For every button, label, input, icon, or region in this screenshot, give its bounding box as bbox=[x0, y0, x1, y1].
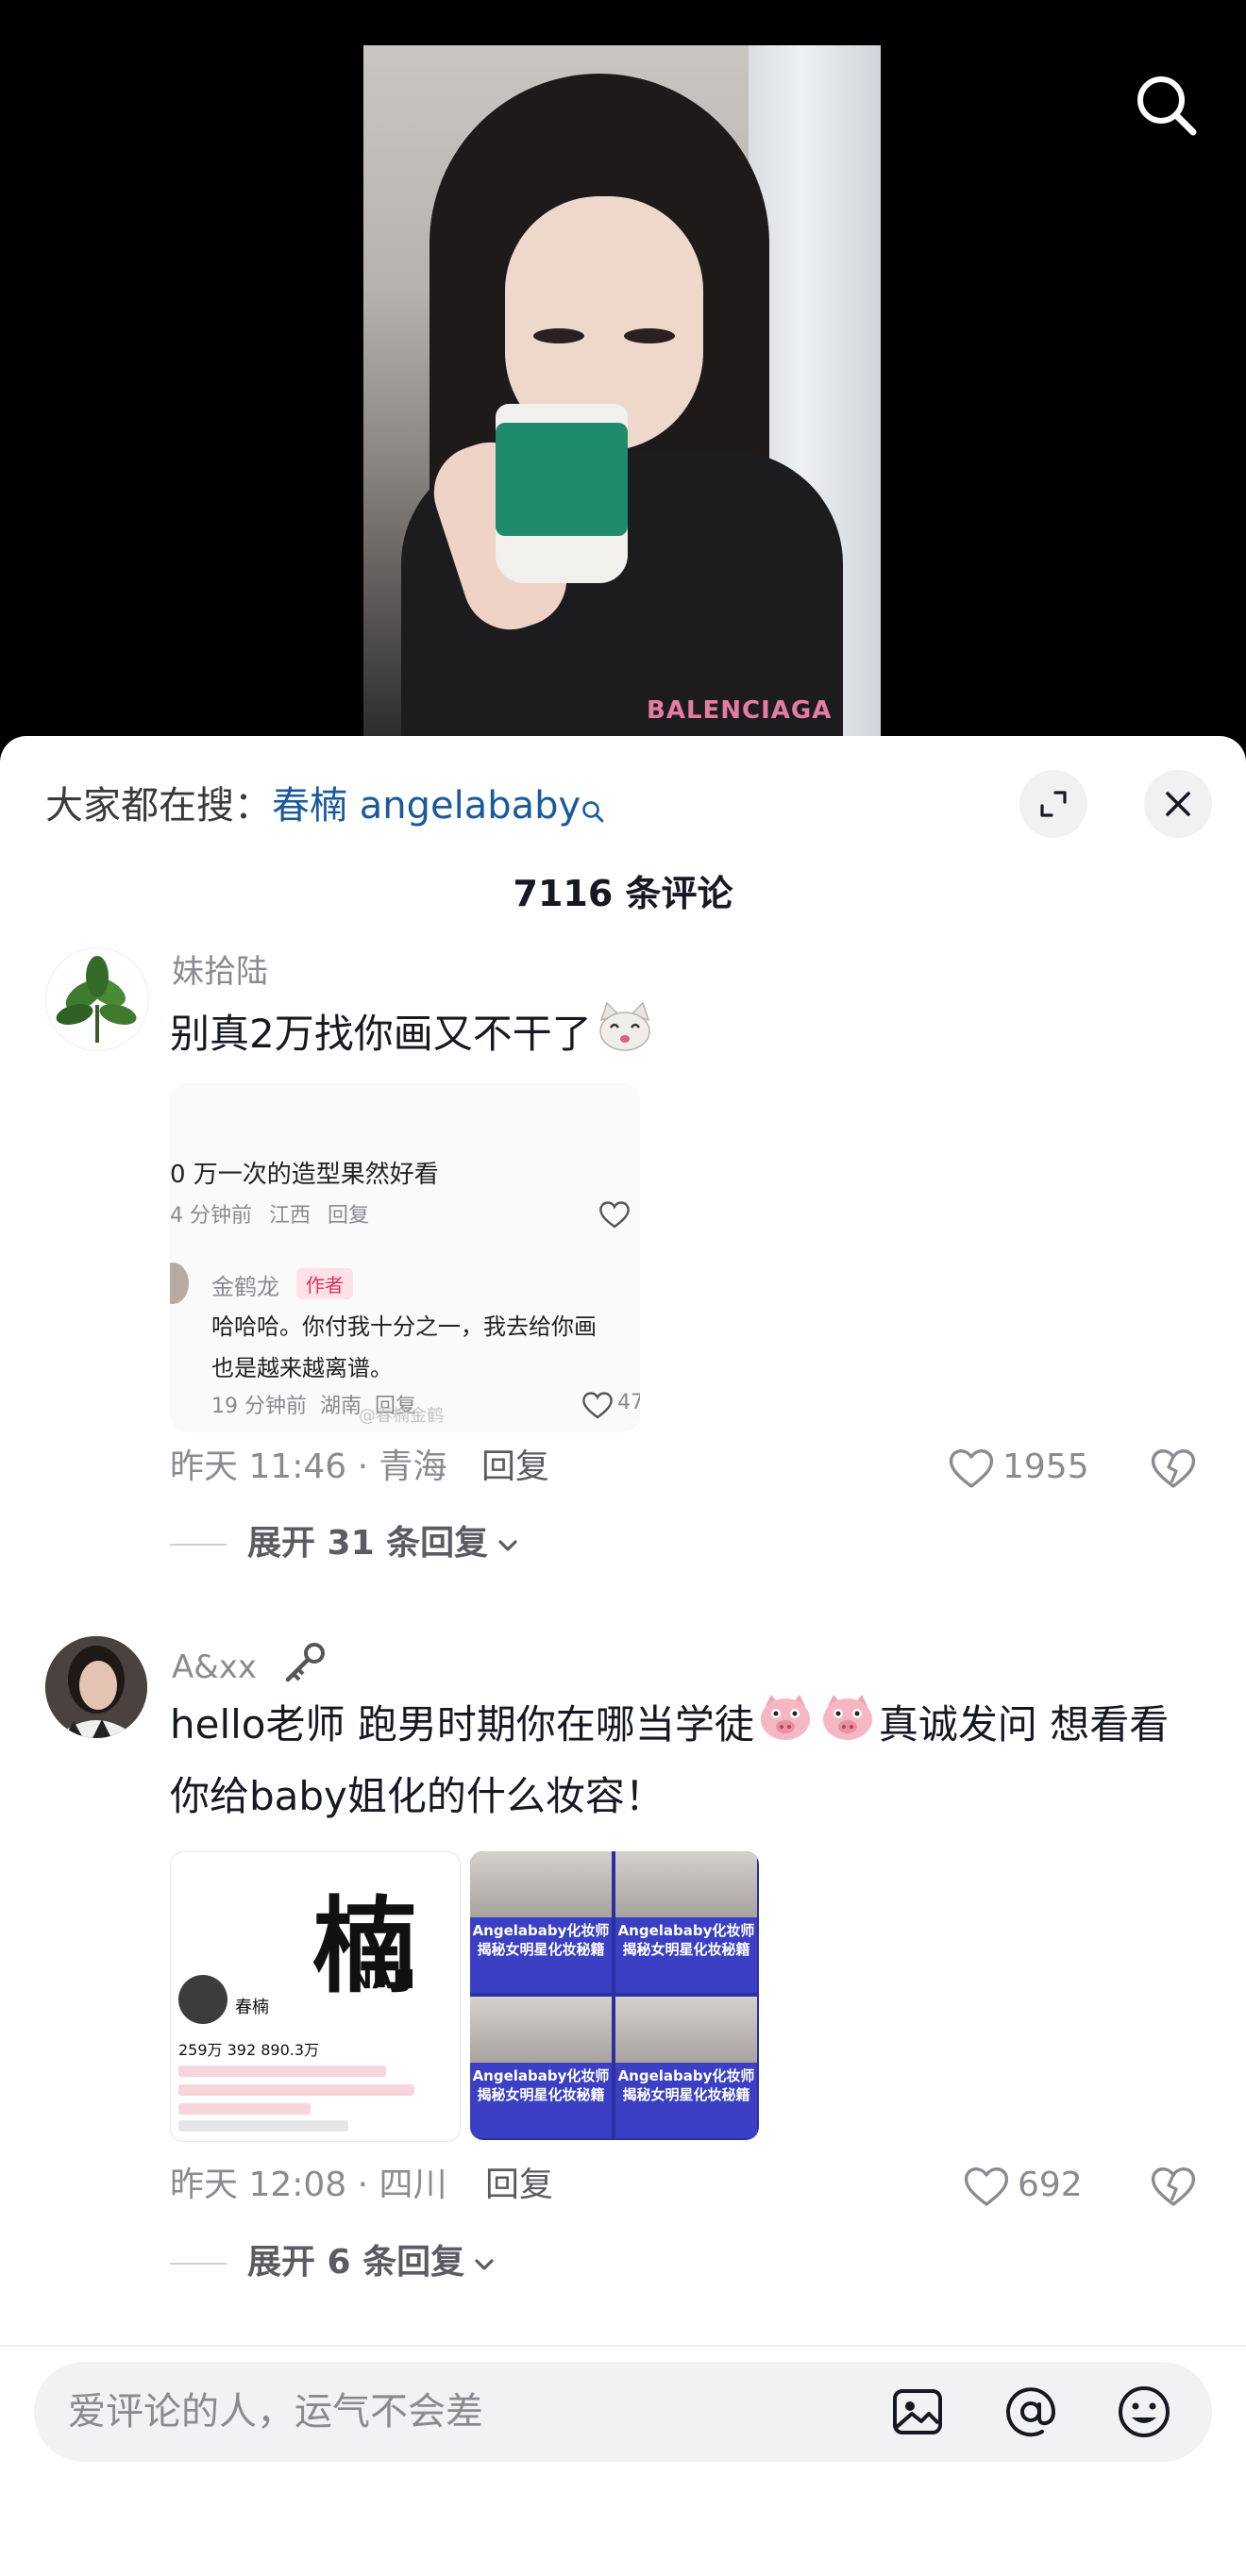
key-icon bbox=[280, 1640, 328, 1698]
watermark: @春楠金鹤 bbox=[359, 1406, 444, 1426]
screenshot-avatar bbox=[170, 1263, 189, 1304]
grid-caption: Angelababy化妆师 揭秘女明星化妆秘籍 bbox=[617, 1922, 755, 1958]
heart-icon[interactable] bbox=[948, 1447, 995, 1490]
divider bbox=[170, 1544, 227, 1546]
screenshot-comment-meta: 4 分钟前 江西 回复 bbox=[170, 1204, 370, 1228]
screenshot-author-name: 金鹤龙 bbox=[211, 1274, 279, 1300]
profile-name: 春楠 bbox=[235, 1998, 269, 2017]
search-icon[interactable] bbox=[1131, 70, 1203, 142]
chevron-down-icon bbox=[496, 1522, 520, 1567]
coffee-cup-band bbox=[496, 423, 628, 536]
comment-image[interactable]: 0 万一次的造型果然好看 4 分钟前 江西 回复 金鹤龙 作者 哈哈哈。你付我十分之… bbox=[170, 1083, 640, 1432]
close-icon bbox=[1166, 792, 1190, 816]
comment-input-placeholder[interactable]: 爱评论的人，运气不会差 bbox=[68, 2387, 483, 2436]
comment-username[interactable]: 妹拾陆 bbox=[172, 951, 268, 993]
emoji-icon[interactable] bbox=[1114, 2382, 1174, 2442]
dislike-icon[interactable] bbox=[1150, 2163, 1197, 2210]
video-person-eye bbox=[533, 328, 584, 343]
expand-replies-button[interactable]: 展开 6 条回复 bbox=[247, 2240, 497, 2286]
hot-search-bar[interactable]: 大家都在搜：春楠 angelababy bbox=[45, 779, 605, 832]
expand-replies-label: 展开 6 条回复 bbox=[247, 2243, 465, 2282]
avatar[interactable] bbox=[45, 1636, 147, 1738]
expand-button[interactable] bbox=[1019, 770, 1087, 838]
grid-caption: Angelababy化妆师 揭秘女明星化妆秘籍 bbox=[472, 1922, 610, 1958]
comment-username[interactable]: A&xx bbox=[172, 1640, 328, 1698]
profile-stats: 259万 392 890.3万 bbox=[178, 2041, 320, 2059]
heart-icon bbox=[582, 1392, 613, 1419]
chevron-down-icon bbox=[472, 2241, 497, 2286]
comment-text-content: hello老师 跑男时期你在哪当学徒 bbox=[170, 1701, 754, 1748]
profile-banner-text: NAN bbox=[350, 1964, 415, 1995]
heart-icon[interactable] bbox=[963, 2165, 1010, 2208]
author-tag: 作者 bbox=[296, 1268, 353, 1299]
grid-photo bbox=[470, 1851, 612, 1917]
expand-icon bbox=[1040, 791, 1067, 817]
screenshot-like-count: 47 bbox=[617, 1391, 640, 1414]
divider bbox=[0, 2345, 1246, 2347]
hoodie-print: BALENCIAGA bbox=[647, 696, 833, 725]
profile-tag-row bbox=[178, 2120, 348, 2132]
profile-tag-row bbox=[178, 2084, 414, 2096]
grid-photo bbox=[470, 1997, 612, 2063]
grid-photo bbox=[615, 1997, 757, 2063]
comment-text-content: 别真2万找你画又不干了 bbox=[170, 1011, 592, 1057]
like-count: 1955 bbox=[1002, 1447, 1089, 1486]
expand-replies-label: 展开 31 条回复 bbox=[247, 1524, 489, 1563]
comment-image[interactable]: 楠 NAN 春楠 259万 392 890.3万 bbox=[170, 1851, 461, 2142]
heart-icon bbox=[599, 1201, 630, 1229]
comment-text: hello老师 跑男时期你在哪当学徒 真诚发问 想看看你给baby姐化的什么妆容！ bbox=[170, 1691, 1208, 1831]
comment-meta: 昨天 11:46 · 青海 bbox=[170, 1447, 447, 1486]
grid-caption: Angelababy化妆师 揭秘女明星化妆秘籍 bbox=[472, 2067, 610, 2103]
profile-tag-row bbox=[178, 2066, 386, 2077]
screenshot-reply-text: 也是越来越离谱。 bbox=[211, 1355, 393, 1381]
video-frame[interactable]: BALENCIAGA bbox=[363, 45, 881, 744]
pig-face-icon bbox=[820, 1693, 875, 1763]
hot-search-prefix: 大家都在搜： bbox=[45, 784, 272, 828]
profile-avatar bbox=[178, 1975, 227, 2024]
comment-image[interactable]: Angelababy化妆师 揭秘女明星化妆秘籍 Angelababy化妆师 揭秘… bbox=[470, 1851, 759, 2140]
hot-search-keyword[interactable]: 春楠 angelababy bbox=[272, 784, 581, 828]
screenshot-comment-text: 0 万一次的造型果然好看 bbox=[170, 1161, 439, 1189]
grid-photo bbox=[615, 1851, 757, 1917]
comment-username-text: A&xx bbox=[172, 1648, 258, 1686]
reply-button[interactable]: 回复 bbox=[481, 1445, 549, 1490]
search-icon bbox=[581, 785, 605, 823]
screenshot-reply-text: 哈哈哈。你付我十分之一，我去给你画 bbox=[211, 1313, 597, 1340]
comment-text: 别真2万找你画又不干了 bbox=[170, 1000, 1199, 1073]
comment-count: 7116 条评论 bbox=[513, 873, 733, 914]
reply-button[interactable]: 回复 bbox=[485, 2163, 553, 2208]
grid-caption: Angelababy化妆师 揭秘女明星化妆秘籍 bbox=[617, 2067, 755, 2103]
pig-face-icon bbox=[758, 1693, 813, 1763]
mention-icon[interactable] bbox=[1001, 2382, 1061, 2442]
cat-face-icon bbox=[596, 1001, 654, 1073]
comment-meta: 昨天 12:08 · 四川 bbox=[170, 2166, 447, 2204]
expand-replies-button[interactable]: 展开 31 条回复 bbox=[247, 1521, 520, 1567]
video-person-eye bbox=[624, 328, 675, 343]
like-count: 692 bbox=[1018, 2166, 1083, 2204]
divider bbox=[170, 2263, 227, 2265]
dislike-icon[interactable] bbox=[1150, 1445, 1197, 1492]
close-button[interactable] bbox=[1144, 770, 1212, 838]
profile-tag-row bbox=[178, 2103, 311, 2115]
image-icon[interactable] bbox=[887, 2382, 948, 2442]
avatar[interactable] bbox=[45, 947, 149, 1051]
